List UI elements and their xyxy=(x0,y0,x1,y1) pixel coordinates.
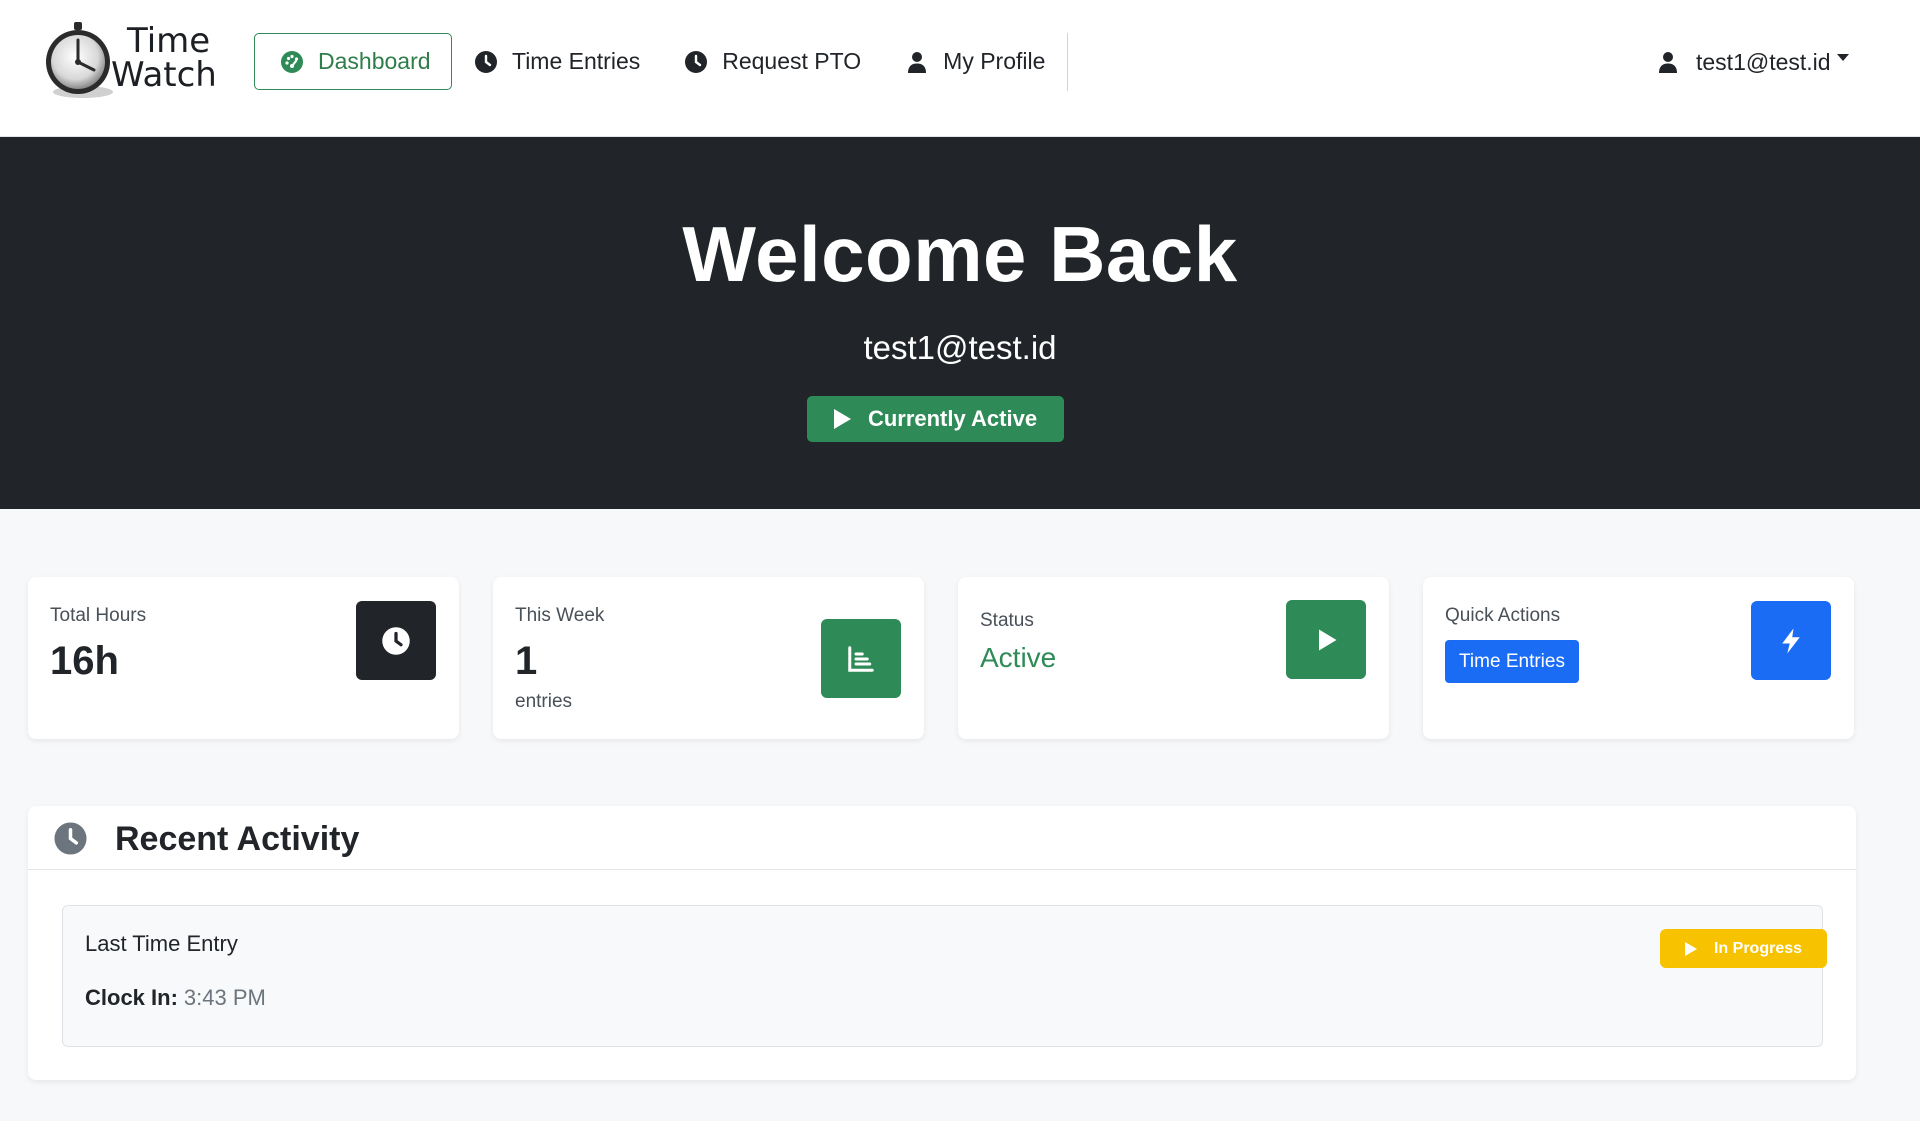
card-label: Quick Actions xyxy=(1445,605,1561,626)
nav-divider xyxy=(1067,33,1068,91)
user-email: test1@test.id xyxy=(1696,48,1831,75)
recent-activity-panel: Recent Activity Last Time Entry Clock In… xyxy=(28,806,1856,1080)
caret-down-icon xyxy=(1836,53,1849,61)
card-status: Status Active xyxy=(958,577,1389,739)
nav-item-dashboard[interactable]: Dashboard xyxy=(254,33,452,90)
recent-activity-title: Recent Activity xyxy=(115,820,360,858)
badge-label: In Progress xyxy=(1713,939,1803,957)
top-navbar: Time Watch Dashboard Time Entries Reques… xyxy=(0,0,1920,137)
this-week-value: 1 xyxy=(515,639,538,683)
clock-icon xyxy=(54,822,87,855)
card-label: This Week xyxy=(515,605,605,626)
play-icon xyxy=(1319,629,1337,650)
brand-name: Time Watch xyxy=(111,24,217,92)
user-dropdown-toggle[interactable]: test1@test.id xyxy=(1656,44,1849,80)
welcome-hero: Welcome Back test1@test.id Currently Act… xyxy=(0,137,1920,509)
nav-item-my-profile[interactable]: My Profile xyxy=(883,33,1067,90)
nav-label: Dashboard xyxy=(318,48,431,74)
in-progress-badge: In Progress xyxy=(1660,929,1827,968)
clock-in-line: Clock In: 3:43 PM xyxy=(85,985,266,1011)
clock-icon xyxy=(382,626,410,655)
dashboard-gauge-icon xyxy=(280,50,304,74)
card-icon-tile xyxy=(821,619,901,698)
card-label: Total Hours xyxy=(50,605,147,626)
brand-logo-link[interactable]: Time Watch xyxy=(42,20,217,100)
total-hours-value: 16h xyxy=(50,639,119,683)
status-pill-label: Currently Active xyxy=(867,406,1038,431)
bolt-icon xyxy=(1782,628,1800,653)
last-time-entry: Last Time Entry Clock In: 3:43 PM In Prog… xyxy=(62,905,1827,1047)
card-label: Status xyxy=(980,610,1034,631)
currently-active-badge: Currently Active xyxy=(807,396,1064,442)
card-icon-tile xyxy=(1751,601,1831,680)
clock-icon xyxy=(474,50,498,74)
quick-time-entries-button[interactable]: Time Entries xyxy=(1445,640,1579,683)
clock-icon xyxy=(684,50,708,74)
clock-in-value: 3:43 PM xyxy=(183,985,266,1010)
nav-item-time-entries[interactable]: Time Entries xyxy=(452,33,662,90)
bar-chart-icon xyxy=(848,645,874,672)
brand-line-2: Watch xyxy=(111,55,217,95)
card-icon-tile xyxy=(356,601,436,680)
status-value: Active xyxy=(980,642,1057,673)
hero-title: Welcome Back xyxy=(682,210,1238,298)
nav-label: My Profile xyxy=(943,48,1046,74)
entry-title: Last Time Entry xyxy=(85,931,238,956)
nav-item-request-pto[interactable]: Request PTO xyxy=(662,33,883,90)
user-icon xyxy=(1656,50,1680,74)
recent-activity-header: Recent Activity xyxy=(28,806,1856,870)
main-nav: Dashboard Time Entries Request PTO My Pr… xyxy=(254,33,1067,90)
nav-label: Time Entries xyxy=(512,48,641,74)
clock-in-label: Clock In: xyxy=(85,985,178,1010)
play-icon xyxy=(1684,941,1697,956)
card-total-hours: Total Hours 16h xyxy=(28,577,459,739)
card-icon-tile xyxy=(1286,600,1366,679)
card-quick-actions: Quick Actions Time Entries xyxy=(1423,577,1854,739)
hero-user-email: test1@test.id xyxy=(863,329,1057,366)
this-week-unit: entries xyxy=(515,691,573,712)
user-icon xyxy=(905,50,929,74)
card-this-week: This Week 1 entries xyxy=(493,577,924,739)
play-icon xyxy=(833,409,851,429)
nav-label: Request PTO xyxy=(722,48,862,74)
